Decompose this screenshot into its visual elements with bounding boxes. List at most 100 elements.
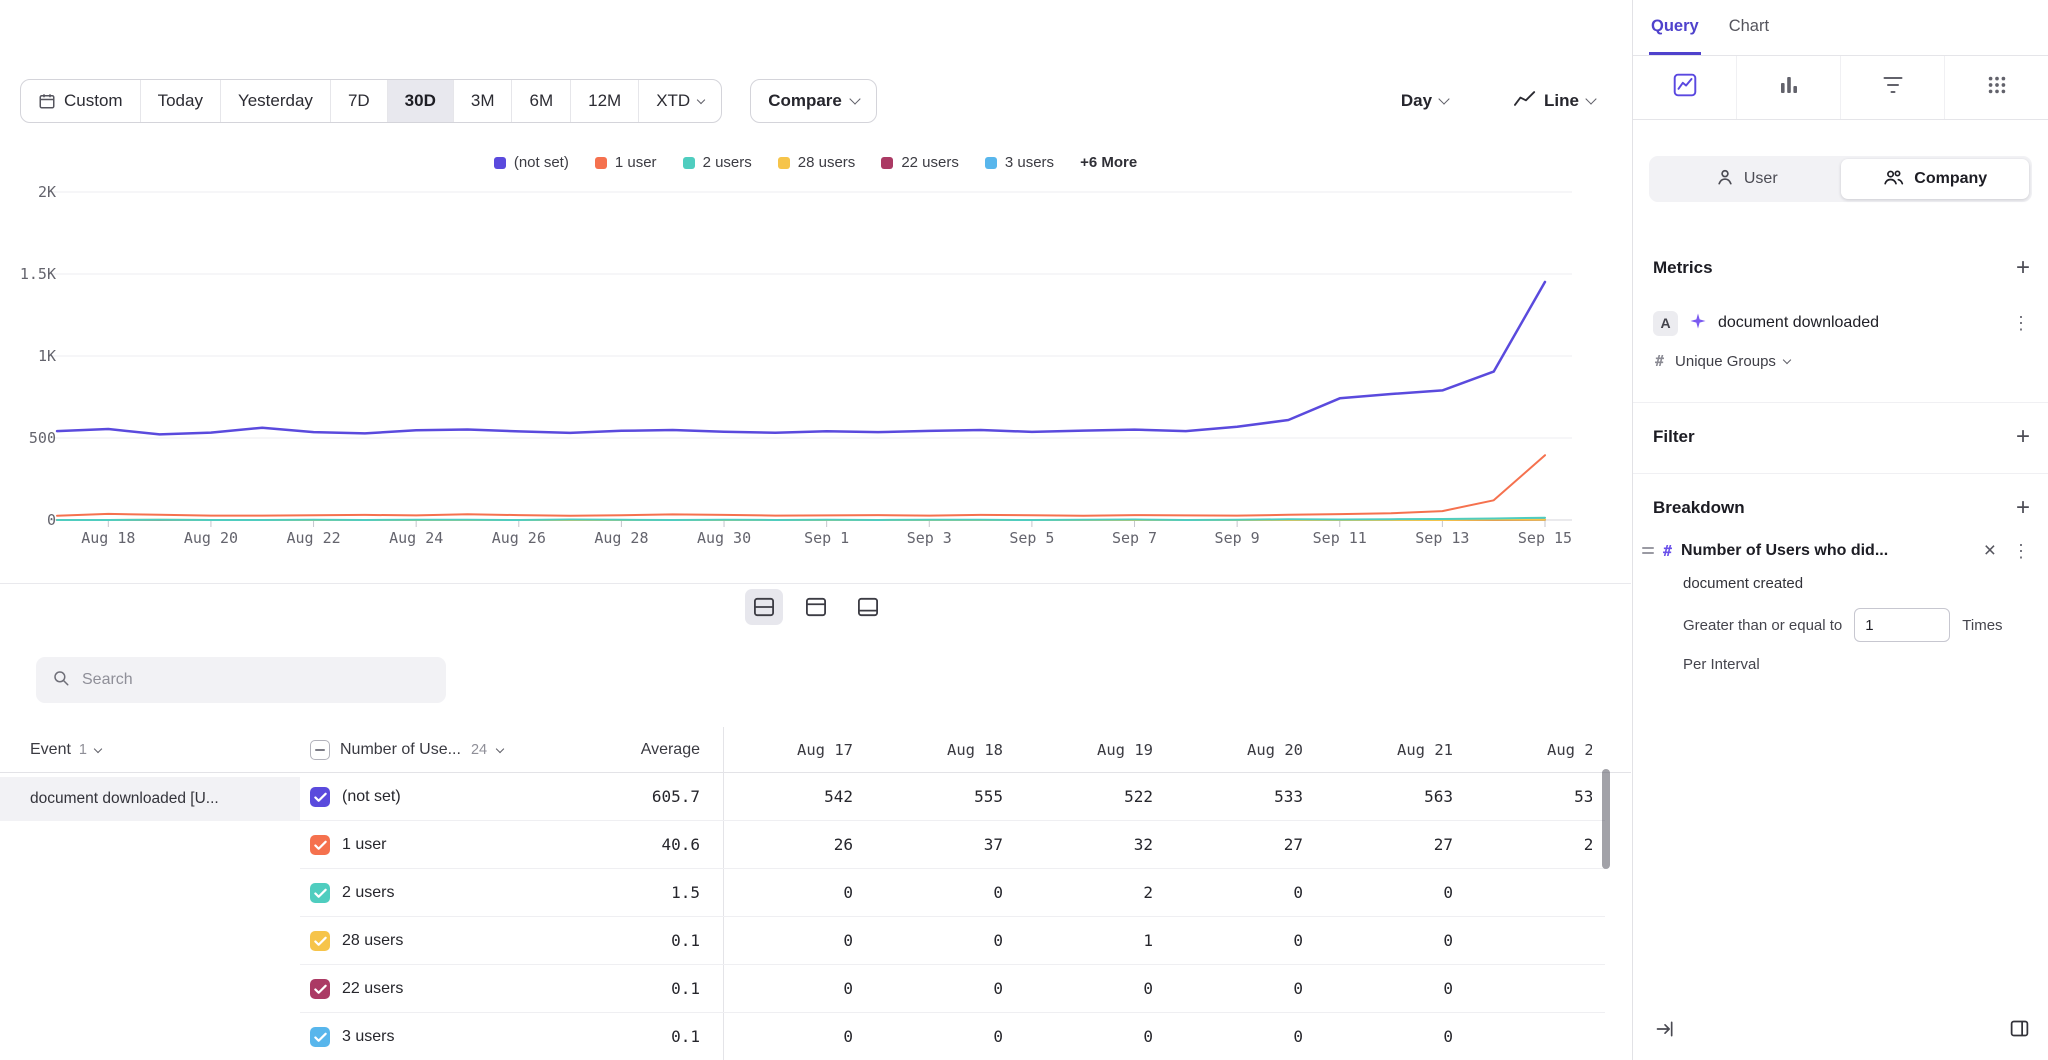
row-average-value: 0.1 <box>540 917 700 965</box>
cell-value: 0 <box>1153 917 1303 965</box>
funnel-chart-tab[interactable] <box>1840 56 1944 119</box>
cell-value: 0 <box>1003 1013 1153 1060</box>
calendar-icon <box>38 92 56 110</box>
breakdown-condition[interactable]: Greater than or equal to <box>1683 617 1842 634</box>
svg-text:Sep 3: Sep 3 <box>907 529 952 547</box>
row-checkbox[interactable] <box>310 979 330 999</box>
view-table-only-button[interactable] <box>849 589 887 625</box>
drag-handle-icon[interactable] <box>1642 547 1654 554</box>
collapse-panel-icon[interactable] <box>1655 1019 1675 1044</box>
cell-value: 0 <box>1003 965 1153 1013</box>
range-7d-button[interactable]: 7D <box>330 80 387 122</box>
table-scrollbar[interactable] <box>1602 769 1610 869</box>
breakdown-value-input[interactable] <box>1854 608 1950 642</box>
cell-value: 0 <box>703 869 853 917</box>
chart-type-dropdown[interactable]: Line <box>1502 90 1607 112</box>
event-header-label: Event <box>30 741 71 759</box>
range-3m-button[interactable]: 3M <box>453 80 512 122</box>
row-checkbox[interactable] <box>310 787 330 807</box>
remove-breakdown-button[interactable]: × <box>1984 540 1996 561</box>
more-charts-tab[interactable] <box>1944 56 2048 119</box>
svg-text:Aug 22: Aug 22 <box>286 529 340 547</box>
range-label: 3M <box>471 91 495 111</box>
chart-type-label: Line <box>1544 91 1579 111</box>
range-today-button[interactable]: Today <box>140 80 220 122</box>
filter-section-header: Filter + <box>1633 425 2048 449</box>
tab-chart[interactable]: Chart <box>1727 0 1771 55</box>
row-average-value: 40.6 <box>540 821 700 869</box>
metric-kebab-menu[interactable]: ⋮ <box>2012 314 2030 332</box>
cell-value: 0 <box>1453 869 1592 917</box>
main-content: CustomTodayYesterday7D 30D 3M 6M 12MXTD Comp… <box>0 0 1631 1060</box>
measure-dropdown[interactable]: Unique Groups <box>1675 353 1790 370</box>
row-checkbox[interactable] <box>310 1027 330 1047</box>
cell-value: 0 <box>1153 1013 1303 1060</box>
hash-icon: # <box>1663 542 1672 560</box>
measure-label: Unique Groups <box>1675 353 1776 370</box>
breakdown-property[interactable]: Number of Users who did... <box>1681 542 1888 560</box>
cell-value: 542 <box>703 773 853 821</box>
bar-chart-tab[interactable] <box>1736 56 1840 119</box>
breakdown-unit: Times <box>1962 617 2002 634</box>
scope-company-option[interactable]: Company <box>1841 159 2030 199</box>
search-icon <box>52 669 70 692</box>
range-custom-button[interactable]: Custom <box>21 80 140 122</box>
funnel-chart-icon <box>1881 73 1905 102</box>
add-breakdown-button[interactable]: + <box>2016 496 2030 520</box>
svg-text:500: 500 <box>29 429 56 447</box>
event-list-item[interactable]: document downloaded [U... <box>0 777 300 821</box>
range-label: 6M <box>529 91 553 111</box>
range-6m-button[interactable]: 6M <box>511 80 570 122</box>
cell-value: 0 <box>1153 869 1303 917</box>
average-column-header[interactable]: Average <box>540 727 700 773</box>
row-checkbox[interactable] <box>310 883 330 903</box>
cell-value: 0 <box>853 1013 1003 1060</box>
row-checkbox[interactable] <box>310 835 330 855</box>
cell-value: 0 <box>1453 917 1592 965</box>
cell-value: 0 <box>853 869 1003 917</box>
metric-card[interactable]: A document downloaded ⋮ # Unique Groups <box>1633 280 2048 378</box>
search-input[interactable] <box>82 671 430 689</box>
select-all-checkbox[interactable] <box>310 740 330 760</box>
cell-value: 27 <box>1303 821 1453 869</box>
range-30d-button[interactable]: 30D <box>387 80 453 122</box>
metrics-section-header: Metrics + <box>1633 256 2048 280</box>
svg-text:Aug 28: Aug 28 <box>594 529 648 547</box>
compare-button[interactable]: Compare <box>750 79 877 123</box>
group-column-header[interactable]: Number of Use... 24 <box>310 727 503 773</box>
event-column-header[interactable]: Event 1 <box>30 727 101 773</box>
row-checkbox[interactable] <box>310 931 330 951</box>
cell-value: 2 <box>1003 869 1153 917</box>
cell-value: 32 <box>1003 821 1153 869</box>
cell-value: 27 <box>1153 821 1303 869</box>
breakdown-per-interval[interactable]: Per Interval <box>1683 656 2030 673</box>
add-metric-button[interactable]: + <box>2016 256 2030 280</box>
scope-user-label: User <box>1744 170 1778 188</box>
add-filter-button[interactable]: + <box>2016 425 2030 449</box>
interval-dropdown[interactable]: Day <box>1389 91 1460 111</box>
view-split-button[interactable] <box>745 589 783 625</box>
range-label: 30D <box>405 91 436 111</box>
range-12m-button[interactable]: 12M <box>570 80 638 122</box>
row-average-value: 1.5 <box>540 869 700 917</box>
tab-query[interactable]: Query <box>1649 0 1701 55</box>
cell-value: 555 <box>853 773 1003 821</box>
breakdown-kebab-menu[interactable]: ⋮ <box>2012 542 2030 560</box>
dock-panel-icon[interactable] <box>2009 1018 2030 1044</box>
search-bar <box>36 657 446 703</box>
breakdown-event[interactable]: document created <box>1683 575 2030 592</box>
metric-badge: A <box>1653 311 1678 336</box>
range-xtd-button[interactable]: XTD <box>638 80 721 122</box>
scope-user-option[interactable]: User <box>1652 159 1841 199</box>
cell-value: 0 <box>703 1013 853 1060</box>
user-icon <box>1715 167 1735 192</box>
date-column-header: Aug 21 <box>1303 727 1453 773</box>
scope-toggle: User Company <box>1649 156 2032 202</box>
line-chart-icon <box>1514 90 1536 112</box>
svg-text:2K: 2K <box>38 183 56 201</box>
date-column-header: Aug 19 <box>1003 727 1153 773</box>
line-chart[interactable]: 05001K1.5K2KAug 18Aug 20Aug 22Aug 24Aug … <box>0 140 1631 560</box>
range-yesterday-button[interactable]: Yesterday <box>220 80 330 122</box>
segmentation-chart-tab[interactable] <box>1633 56 1736 119</box>
view-chart-only-button[interactable] <box>797 589 835 625</box>
